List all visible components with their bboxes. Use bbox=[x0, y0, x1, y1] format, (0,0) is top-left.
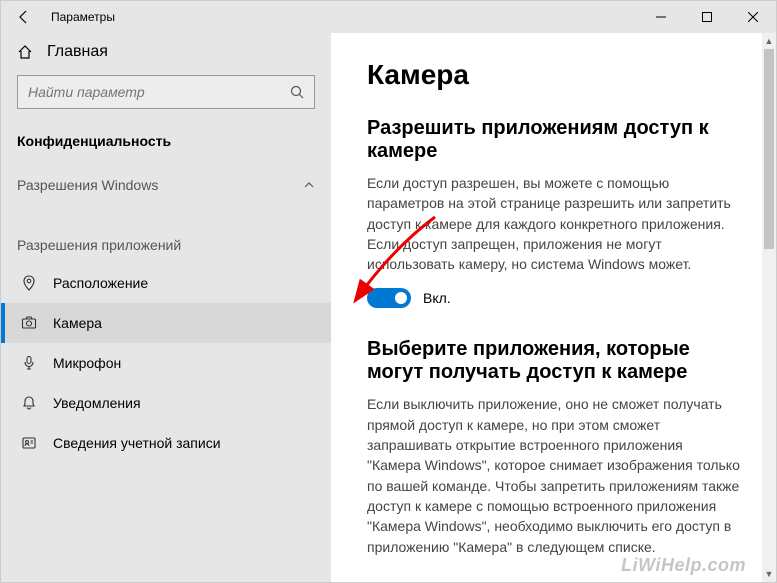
close-button[interactable] bbox=[730, 1, 776, 33]
window-title: Параметры bbox=[51, 10, 115, 24]
group-app-permissions[interactable]: Разрешения приложений bbox=[1, 227, 331, 263]
watermark: LiWiHelp.com bbox=[621, 555, 746, 576]
sidebar-item-location[interactable]: Расположение bbox=[1, 263, 331, 303]
section2-body: Если выключить приложение, оно не сможет… bbox=[367, 394, 740, 556]
camera-access-toggle[interactable] bbox=[367, 288, 411, 308]
search-icon bbox=[280, 84, 314, 100]
location-icon bbox=[21, 275, 37, 291]
search-input[interactable] bbox=[18, 84, 280, 100]
search-box[interactable] bbox=[17, 75, 315, 109]
scroll-down-icon[interactable]: ▼ bbox=[765, 566, 774, 582]
vertical-scrollbar[interactable]: ▲ ▼ bbox=[762, 33, 776, 582]
minimize-button[interactable] bbox=[638, 1, 684, 33]
sidebar-item-label: Уведомления bbox=[53, 395, 141, 411]
back-button[interactable] bbox=[1, 1, 47, 33]
section2-title: Выберите приложения, которые могут получ… bbox=[367, 338, 740, 384]
toggle-state-label: Вкл. bbox=[423, 290, 451, 306]
sidebar: Главная Конфиденциальность Разрешения Wi… bbox=[1, 33, 331, 582]
sidebar-item-notifications[interactable]: Уведомления bbox=[1, 383, 331, 423]
microphone-icon bbox=[21, 355, 37, 371]
section1-body: Если доступ разрешен, вы можете с помощь… bbox=[367, 173, 740, 274]
scrollbar-thumb[interactable] bbox=[764, 49, 774, 249]
active-section-title: Конфиденциальность bbox=[1, 123, 331, 167]
account-icon bbox=[21, 435, 37, 451]
sidebar-item-label: Микрофон bbox=[53, 355, 121, 371]
sidebar-item-label: Сведения учетной записи bbox=[53, 435, 221, 451]
chevron-up-icon bbox=[303, 179, 315, 191]
page-title: Камера bbox=[367, 59, 740, 91]
home-label: Главная bbox=[47, 43, 108, 61]
main-content: Камера Разрешить приложениям доступ к ка… bbox=[331, 33, 776, 582]
camera-icon bbox=[21, 315, 37, 331]
maximize-button[interactable] bbox=[684, 1, 730, 33]
sidebar-item-microphone[interactable]: Микрофон bbox=[1, 343, 331, 383]
home-nav[interactable]: Главная bbox=[1, 33, 331, 71]
section1-title: Разрешить приложениям доступ к камере bbox=[367, 117, 740, 163]
sidebar-item-label: Расположение bbox=[53, 275, 148, 291]
scroll-up-icon[interactable]: ▲ bbox=[765, 33, 774, 49]
group-windows-permissions[interactable]: Разрешения Windows bbox=[1, 167, 331, 203]
sidebar-item-camera[interactable]: Камера bbox=[1, 303, 331, 343]
home-icon bbox=[17, 44, 33, 60]
sidebar-item-label: Камера bbox=[53, 315, 102, 331]
titlebar: Параметры bbox=[1, 1, 776, 33]
sidebar-item-account-info[interactable]: Сведения учетной записи bbox=[1, 423, 331, 463]
bell-icon bbox=[21, 395, 37, 411]
toggle-knob bbox=[395, 292, 407, 304]
